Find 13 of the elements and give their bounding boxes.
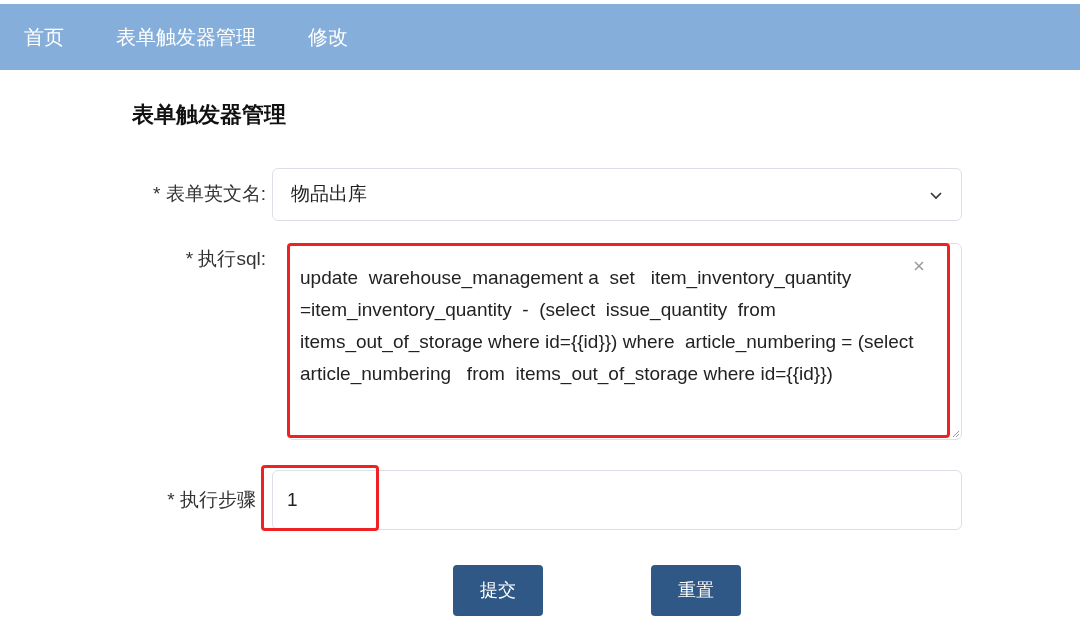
select-field[interactable]: 物品出库 <box>272 168 962 221</box>
sql-textarea[interactable]: update warehouse_management a set item_inventory_quantity =item_inventory_quantity - (select issue_quantity from items_out_of_storage where id={{id}}) where article_numbering = (select article_numbering from items_out_of_storage where id={{id}}) <box>287 243 962 440</box>
resize-grip-icon[interactable] <box>952 430 960 438</box>
form-button[interactable]: 重置 <box>651 565 741 616</box>
field-label: * 执行sql: <box>184 247 267 271</box>
page-title: 表单触发器管理 <box>132 101 287 129</box>
close-icon[interactable] <box>914 261 924 271</box>
field-label: * 执行步骤 <box>166 487 257 512</box>
form-button[interactable]: 提交 <box>453 565 543 616</box>
input-value: 1 <box>287 487 298 512</box>
field-label: * 表单英文名: <box>152 182 267 207</box>
select-value: 物品出库 <box>291 182 367 207</box>
input-field[interactable]: 1 <box>272 470 962 530</box>
